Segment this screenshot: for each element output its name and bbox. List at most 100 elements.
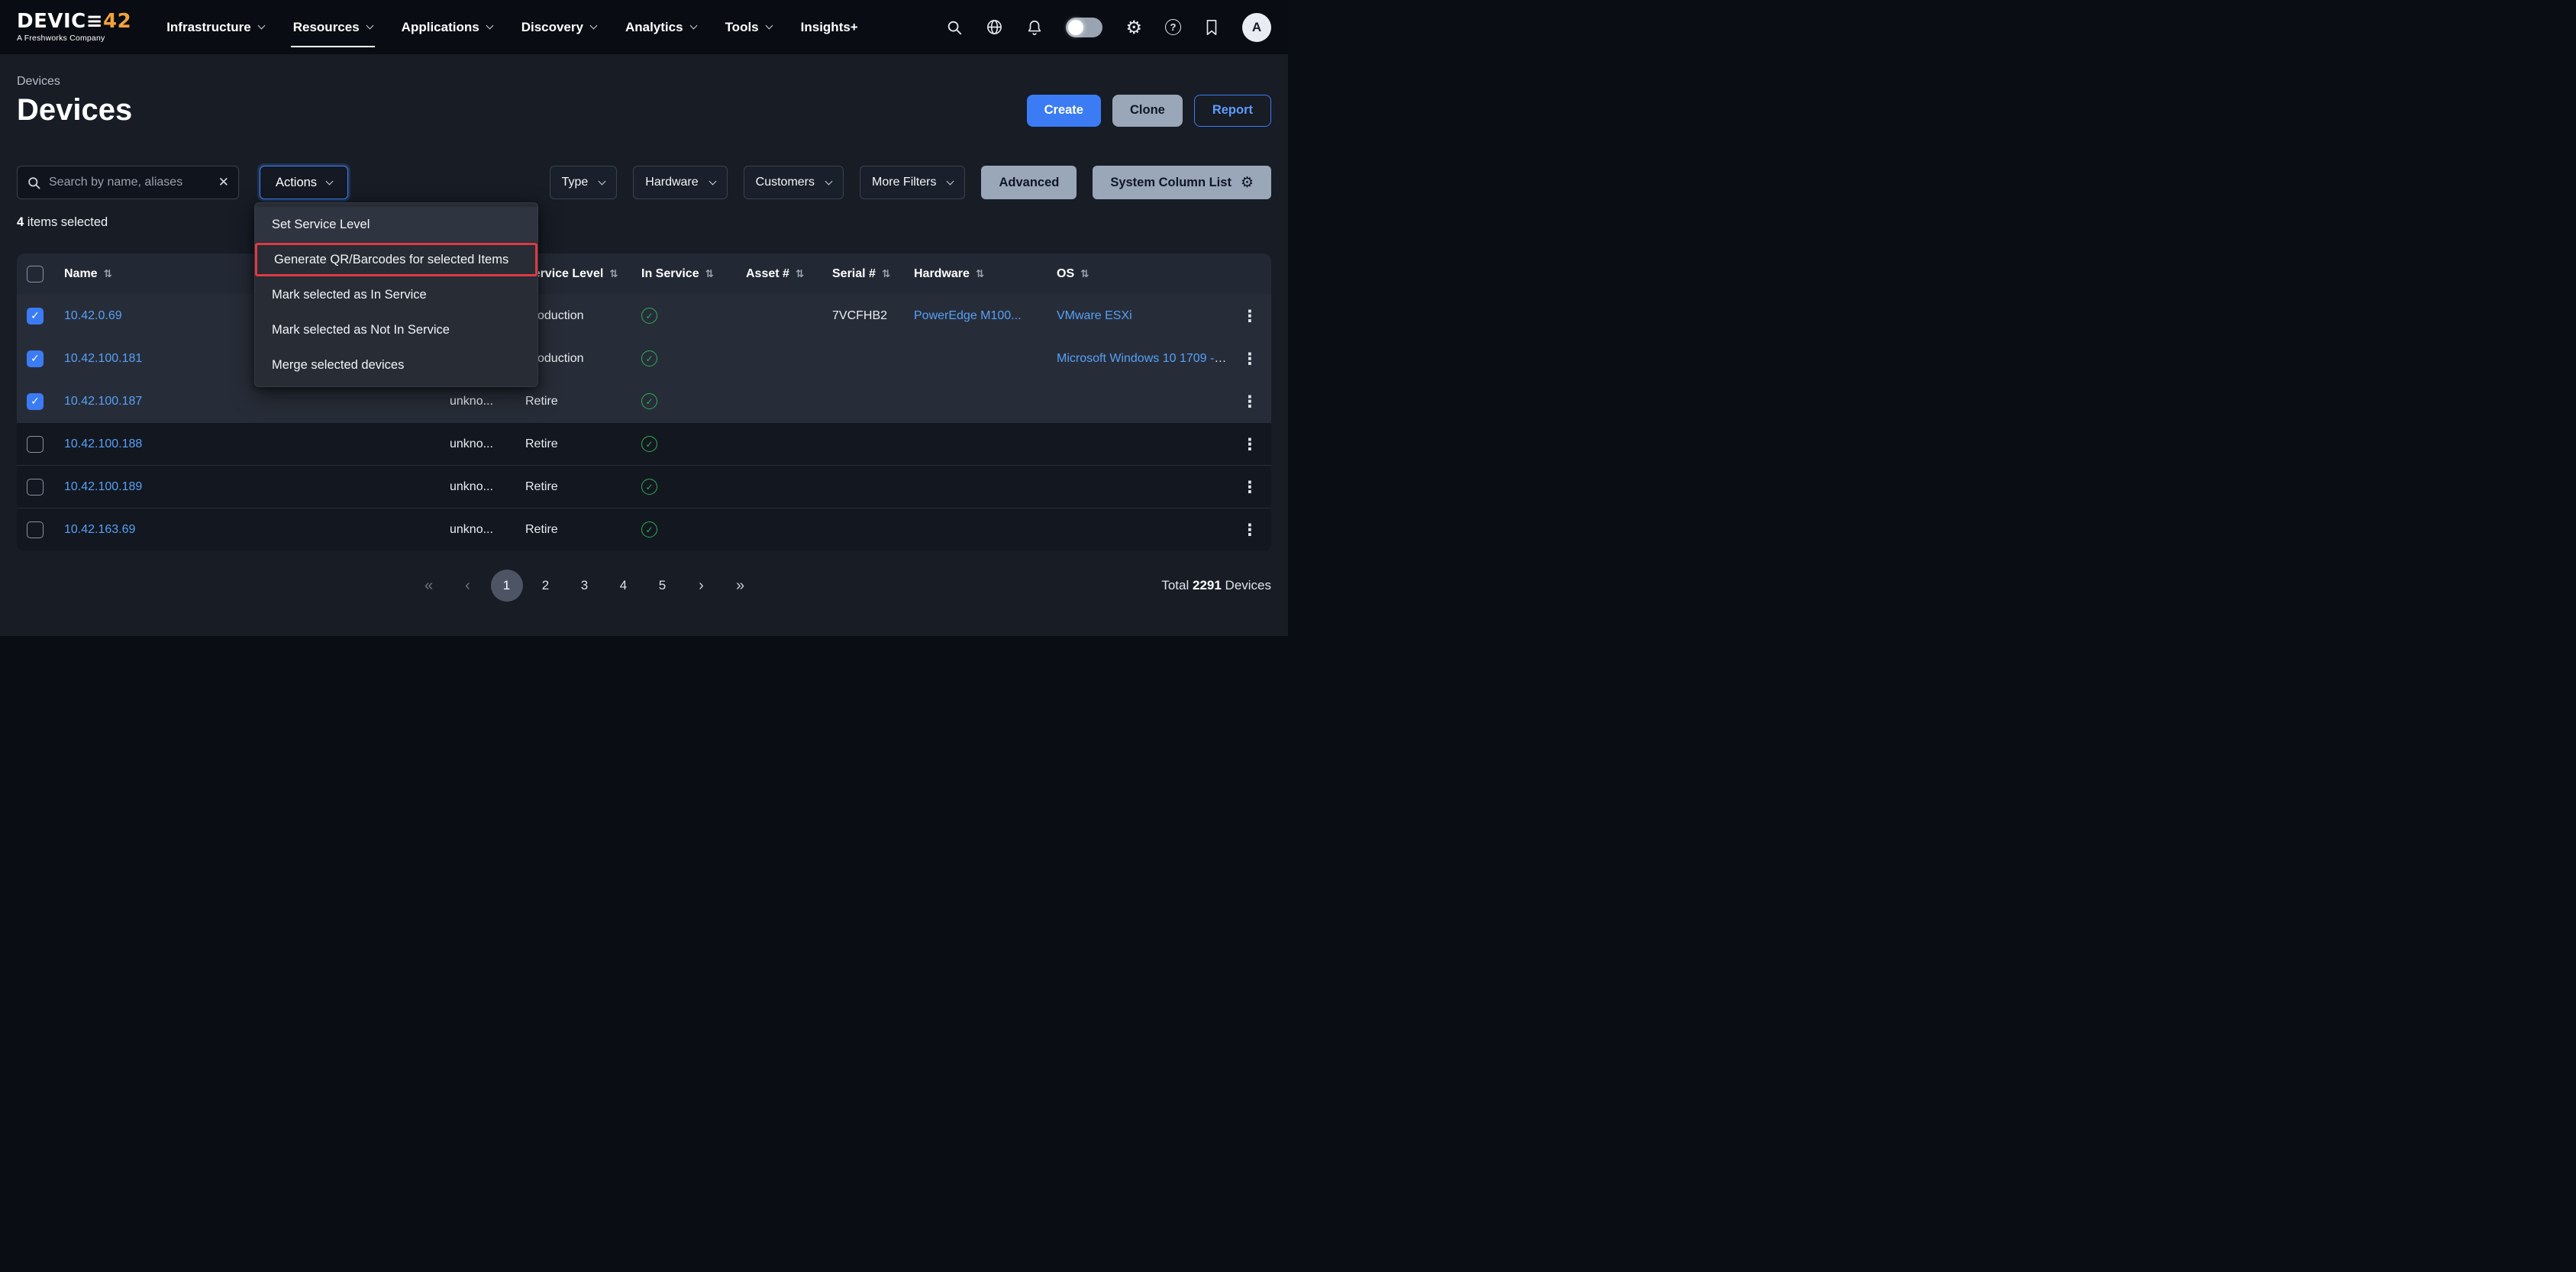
menu-item-mark-in-service[interactable]: Mark selected as In Service: [255, 277, 537, 312]
help-question-mark: ?: [1165, 19, 1181, 35]
page-number-5[interactable]: 5: [647, 570, 679, 602]
os-link[interactable]: VMware ESXi: [1057, 309, 1132, 322]
device-name-link[interactable]: 10.42.163.69: [64, 523, 135, 536]
type-cell: unkno...: [435, 395, 511, 408]
main-nav: Infrastructure Resources Applications Di…: [166, 15, 858, 40]
row-checkbox[interactable]: ✓: [27, 521, 44, 538]
more-filters-label: More Filters: [872, 176, 936, 189]
sort-icon: ⇅: [609, 268, 618, 280]
nav-tools[interactable]: Tools: [725, 15, 772, 40]
row-checkbox[interactable]: ✓: [27, 436, 44, 453]
clear-search-icon[interactable]: ✕: [218, 175, 229, 190]
row-checkbox[interactable]: ✓: [27, 308, 44, 324]
row-menu-icon[interactable]: ⋮: [1228, 521, 1271, 539]
title-row: Devices Create Clone Report: [17, 93, 1271, 128]
nav-label: Tools: [725, 20, 759, 35]
page-number-1[interactable]: 1: [491, 570, 523, 602]
device42-app: DEVIC≡42 A Freshworks Company Infrastruc…: [0, 0, 1288, 636]
menu-item-mark-not-in-service[interactable]: Mark selected as Not In Service: [255, 312, 537, 347]
table-row: ✓ 10.42.100.181 Production ✓ Microsoft W…: [17, 337, 1271, 379]
logo-part2: 42: [103, 10, 131, 33]
customers-filter-dropdown[interactable]: Customers: [744, 166, 844, 199]
advanced-button[interactable]: Advanced: [981, 166, 1077, 199]
in-service-check-icon: ✓: [641, 350, 657, 366]
row-checkbox[interactable]: ✓: [27, 393, 44, 410]
row-menu-icon[interactable]: ⋮: [1228, 307, 1271, 325]
device-name-link[interactable]: 10.42.100.188: [64, 437, 142, 450]
header-label: Hardware: [914, 267, 970, 281]
bookmark-icon[interactable]: [1204, 19, 1219, 36]
device-name-link[interactable]: 10.42.0.69: [64, 309, 122, 322]
breadcrumb[interactable]: Devices: [17, 75, 1271, 89]
select-all-checkbox[interactable]: ✓: [27, 266, 44, 282]
user-avatar[interactable]: A: [1242, 13, 1271, 42]
row-menu-icon[interactable]: ⋮: [1228, 435, 1271, 454]
menu-item-merge-selected[interactable]: Merge selected devices: [255, 347, 537, 383]
search-icon[interactable]: [946, 19, 963, 36]
search-icon: [27, 176, 41, 190]
service-level-cell: Retire: [511, 437, 627, 451]
theme-toggle[interactable]: [1066, 18, 1102, 37]
hardware-link[interactable]: PowerEdge M100...: [914, 309, 1022, 322]
page-number-4[interactable]: 4: [608, 570, 640, 602]
device-name-link[interactable]: 10.42.100.187: [64, 395, 142, 408]
column-header-os[interactable]: OS⇅: [1042, 267, 1228, 281]
header-label: In Service: [641, 267, 699, 281]
actions-dropdown-button[interactable]: Actions: [260, 166, 348, 199]
nav-discovery[interactable]: Discovery: [521, 15, 596, 40]
column-header-in-service[interactable]: In Service⇅: [627, 267, 731, 281]
chevron-down-icon: [765, 22, 773, 30]
table-row: ✓ 10.42.163.69 unkno... Retire ✓ ⋮: [17, 508, 1271, 550]
globe-icon[interactable]: [986, 18, 1003, 36]
first-page-icon[interactable]: «: [413, 570, 445, 602]
os-link[interactable]: Microsoft Windows 10 1709 - 190: [1057, 352, 1228, 365]
page-number-2[interactable]: 2: [530, 570, 562, 602]
row-checkbox[interactable]: ✓: [27, 479, 44, 496]
actions-label: Actions: [276, 176, 317, 190]
row-menu-icon[interactable]: ⋮: [1228, 478, 1271, 496]
nav-resources[interactable]: Resources: [293, 15, 373, 40]
total-count: 2291: [1193, 578, 1222, 592]
in-service-check-icon: ✓: [641, 436, 657, 452]
device-name-link[interactable]: 10.42.100.189: [64, 480, 142, 493]
toggle-knob: [1068, 20, 1083, 35]
row-menu-icon[interactable]: ⋮: [1228, 392, 1271, 411]
menu-item-generate-qr-barcodes[interactable]: Generate QR/Barcodes for selected Items: [255, 243, 537, 276]
chevron-down-icon: [486, 22, 493, 30]
clone-button[interactable]: Clone: [1112, 95, 1183, 127]
row-checkbox[interactable]: ✓: [27, 350, 44, 367]
row-menu-icon[interactable]: ⋮: [1228, 350, 1271, 368]
menu-item-set-service-level[interactable]: Set Service Level: [255, 207, 537, 242]
nav-analytics[interactable]: Analytics: [625, 15, 696, 40]
settings-gear-icon[interactable]: ⚙: [1125, 18, 1142, 37]
nav-label: Infrastructure: [166, 20, 251, 35]
column-header-asset[interactable]: Asset #⇅: [731, 267, 818, 281]
previous-page-icon[interactable]: ‹: [452, 570, 484, 602]
column-header-hardware[interactable]: Hardware⇅: [899, 267, 1042, 281]
column-header-serial[interactable]: Serial #⇅: [818, 267, 899, 281]
nav-infrastructure[interactable]: Infrastructure: [166, 15, 264, 40]
hardware-filter-dropdown[interactable]: Hardware: [633, 166, 727, 199]
header-label: Serial #: [832, 267, 876, 281]
search-input[interactable]: [49, 176, 211, 189]
device42-logo[interactable]: DEVIC≡42 A Freshworks Company: [17, 11, 131, 43]
next-page-icon[interactable]: ›: [686, 570, 718, 602]
nav-label: Insights+: [801, 20, 858, 35]
nav-label: Discovery: [521, 20, 583, 35]
nav-insights-plus[interactable]: Insights+: [801, 15, 858, 40]
chevron-down-icon: [599, 177, 606, 185]
page-number-3[interactable]: 3: [569, 570, 601, 602]
create-button[interactable]: Create: [1027, 95, 1101, 127]
system-column-list-button[interactable]: System Column List⚙: [1093, 166, 1271, 199]
more-filters-dropdown[interactable]: More Filters: [860, 166, 965, 199]
device-name-link[interactable]: 10.42.100.181: [64, 352, 142, 365]
nav-applications[interactable]: Applications: [402, 15, 492, 40]
help-icon[interactable]: ?: [1165, 19, 1181, 35]
sort-icon: ⇅: [104, 268, 112, 280]
notifications-bell-icon[interactable]: [1026, 19, 1043, 36]
report-button[interactable]: Report: [1194, 95, 1271, 127]
last-page-icon[interactable]: »: [725, 570, 757, 602]
gear-icon: ⚙: [1241, 174, 1254, 191]
actions-menu: Set Service Level Generate QR/Barcodes f…: [254, 202, 538, 387]
type-filter-dropdown[interactable]: Type: [550, 166, 618, 199]
